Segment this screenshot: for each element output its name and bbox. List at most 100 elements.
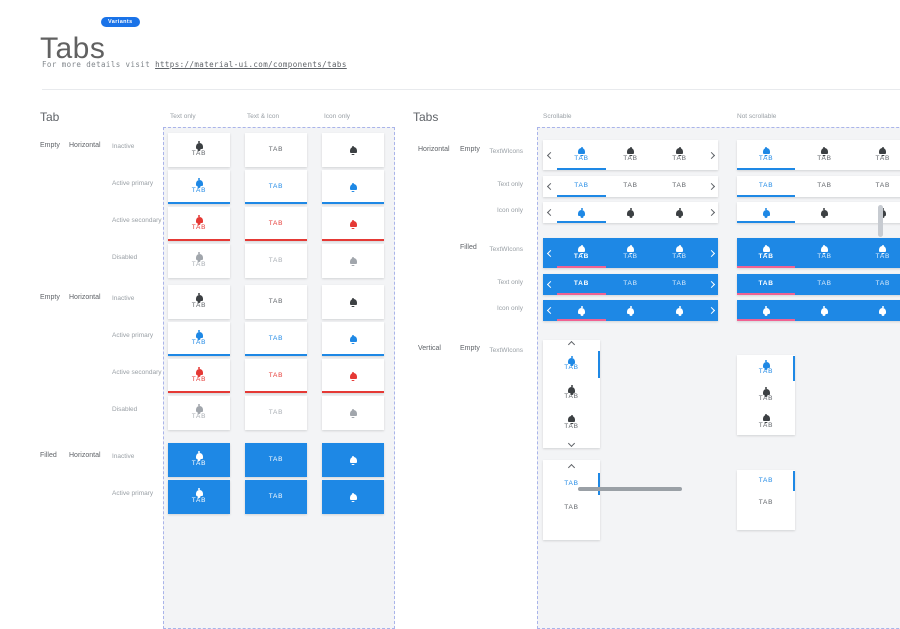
chevron-left-icon[interactable] [543, 274, 557, 295]
chevron-right-icon[interactable] [704, 238, 718, 268]
chevron-up-icon[interactable] [543, 462, 600, 472]
tab-text-icon-active-primary[interactable]: TAB [168, 322, 230, 356]
tab-text-active-primary[interactable]: TAB [245, 322, 307, 356]
tab-text-active-secondary[interactable]: TAB [245, 359, 307, 393]
tab-filled-text-icon-inactive[interactable]: TAB [168, 443, 230, 477]
chevron-right-icon[interactable] [704, 140, 718, 170]
tab-item-active[interactable]: TAB [737, 140, 795, 170]
tab-icon-active-primary[interactable] [322, 170, 384, 204]
column-header-not-scrollable: Not scrollable [737, 113, 776, 120]
active-indicator [737, 168, 795, 170]
tab-icon-active-primary[interactable] [322, 322, 384, 356]
bell-icon [350, 410, 357, 416]
tab-item[interactable]: TAB [543, 409, 600, 438]
chevron-down-icon[interactable] [543, 438, 600, 448]
tab-item[interactable]: TAB [795, 274, 853, 295]
chevron-left-icon[interactable] [543, 176, 557, 197]
tab-item[interactable]: TAB [737, 382, 795, 409]
tab-item[interactable] [655, 300, 704, 321]
tab-item-active[interactable]: TAB [737, 176, 795, 197]
tab-item-active[interactable]: TAB [557, 176, 606, 197]
tab-text-icon-inactive[interactable]: TAB [168, 285, 230, 319]
tab-icon-active-secondary[interactable] [322, 207, 384, 241]
tab-item[interactable]: TAB [795, 238, 853, 268]
tab-text-inactive[interactable]: TAB [245, 285, 307, 319]
tab-filled-text-inactive[interactable]: TAB [245, 443, 307, 477]
chevron-left-icon[interactable] [543, 238, 557, 268]
tab-item-active[interactable] [737, 202, 795, 223]
tab-item[interactable]: TAB [655, 140, 704, 170]
tab-item[interactable]: TAB [795, 176, 853, 197]
tab-item[interactable]: TAB [606, 238, 655, 268]
tab-icon-active-secondary[interactable] [322, 359, 384, 393]
tab-filled-icon-inactive[interactable] [322, 443, 384, 477]
active-indicator [793, 356, 795, 381]
tab-item[interactable] [854, 300, 900, 321]
chevron-right-icon[interactable] [704, 202, 718, 223]
tab-item[interactable] [606, 300, 655, 321]
bell-icon [627, 246, 634, 252]
tab-item-active[interactable]: TAB [543, 472, 600, 496]
tab-item[interactable]: TAB [854, 274, 900, 295]
tab-item[interactable]: TAB [543, 379, 600, 408]
tab-item[interactable]: TAB [854, 140, 900, 170]
tab-text-icon-disabled: TAB [168, 244, 230, 278]
tab-filled-text-active[interactable]: TAB [245, 480, 307, 514]
tab-item-active[interactable]: TAB [737, 355, 795, 382]
tab-item-active[interactable] [557, 300, 606, 321]
tab-text-icon-active-primary[interactable]: TAB [168, 170, 230, 204]
docs-link[interactable]: https://material-ui.com/components/tabs [155, 60, 347, 69]
tab-item-active[interactable]: TAB [737, 238, 795, 268]
tab-filled-text-icon-active[interactable]: TAB [168, 480, 230, 514]
bell-icon [350, 299, 357, 305]
group-orientation-label: Horizontal [69, 142, 101, 149]
group-variant-label: Empty [40, 142, 60, 149]
tab-item-active[interactable] [557, 202, 606, 223]
tab-item[interactable]: TAB [606, 140, 655, 170]
tab-text-icon-active-secondary[interactable]: TAB [168, 359, 230, 393]
tab-text-icon-inactive[interactable]: TAB [168, 133, 230, 167]
group-variant-label: Filled [40, 452, 57, 459]
tab-item[interactable]: TAB [854, 238, 900, 268]
tab-item[interactable] [854, 202, 900, 223]
tabs-bar-fixed-texticons: TAB TAB TAB [737, 140, 900, 170]
tab-item[interactable] [655, 202, 704, 223]
tab-icon-inactive[interactable] [322, 133, 384, 167]
tab-item-active[interactable]: TAB [557, 274, 606, 295]
tab-text-inactive[interactable]: TAB [245, 133, 307, 167]
tab-item[interactable]: TAB [854, 176, 900, 197]
tab-item[interactable] [795, 202, 853, 223]
chevron-right-icon[interactable] [704, 176, 718, 197]
tab-item[interactable]: TAB [543, 496, 600, 520]
chevron-right-icon[interactable] [704, 274, 718, 295]
tab-item-active[interactable]: TAB [557, 140, 606, 170]
tab-item[interactable] [606, 202, 655, 223]
tab-text-icon-active-secondary[interactable]: TAB [168, 207, 230, 241]
chevron-left-icon[interactable] [543, 202, 557, 223]
tab-item-active[interactable]: TAB [737, 274, 795, 295]
tab-item[interactable]: TAB [606, 274, 655, 295]
bell-icon [350, 184, 357, 190]
horizontal-scrollbar[interactable] [578, 487, 682, 491]
tab-text-active-secondary[interactable]: TAB [245, 207, 307, 241]
tab-item-active[interactable]: TAB [737, 470, 795, 492]
tab-item[interactable]: TAB [795, 140, 853, 170]
tab-item[interactable]: TAB [655, 176, 704, 197]
vertical-scrollbar[interactable] [878, 205, 883, 237]
tab-item[interactable]: TAB [655, 238, 704, 268]
tab-icon-inactive[interactable] [322, 285, 384, 319]
tab-item[interactable]: TAB [737, 492, 795, 514]
tab-item[interactable]: TAB [737, 409, 795, 435]
tab-item[interactable] [795, 300, 853, 321]
tab-item[interactable]: TAB [606, 176, 655, 197]
tab-text-active-primary[interactable]: TAB [245, 170, 307, 204]
chevron-up-icon[interactable] [543, 340, 600, 350]
tab-item-active[interactable]: TAB [543, 350, 600, 379]
tab-item-active[interactable] [737, 300, 795, 321]
chevron-right-icon[interactable] [704, 300, 718, 321]
chevron-left-icon[interactable] [543, 300, 557, 321]
tab-filled-icon-active[interactable] [322, 480, 384, 514]
chevron-left-icon[interactable] [543, 140, 557, 170]
tab-item-active[interactable]: TAB [557, 238, 606, 268]
tab-item[interactable]: TAB [655, 274, 704, 295]
